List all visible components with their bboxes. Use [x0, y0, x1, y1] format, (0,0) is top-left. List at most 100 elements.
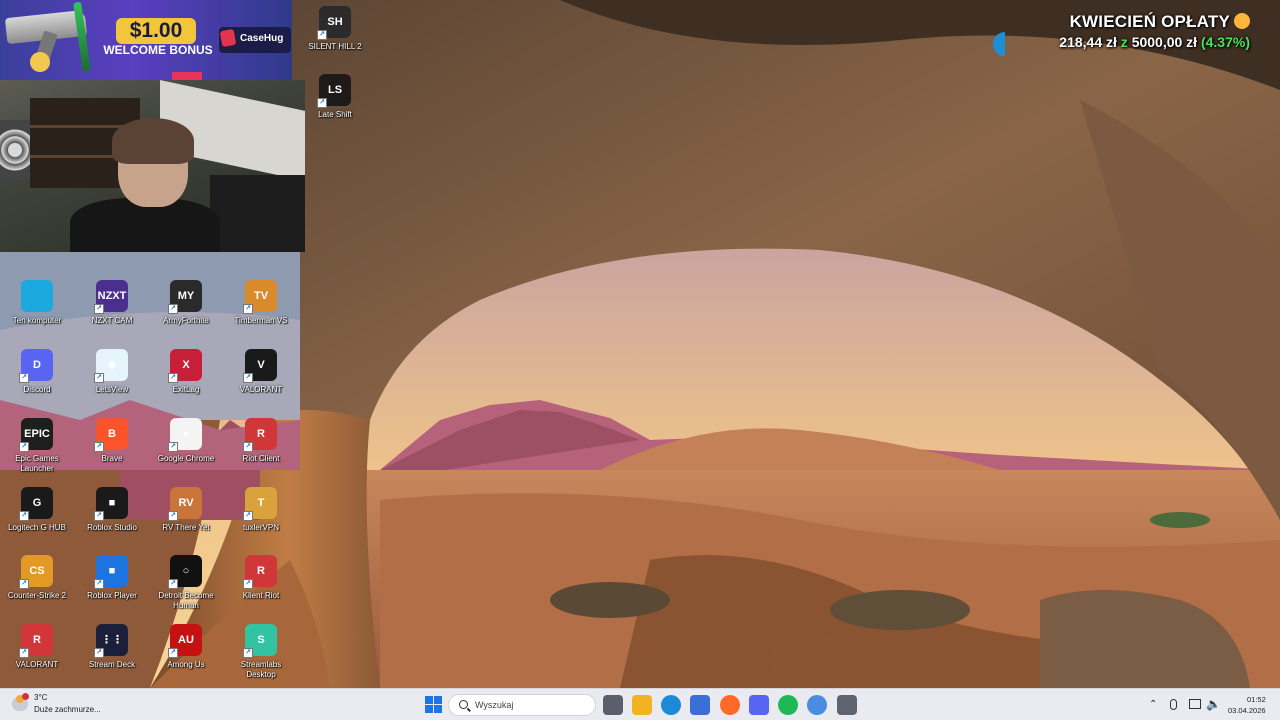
- clock-date[interactable]: 03.04.2026: [1228, 706, 1266, 715]
- desktop-icon[interactable]: CS ↗ Counter-Strike 2: [1, 555, 73, 621]
- desktop-icon[interactable]: ● ↗ Google Chrome: [150, 418, 222, 484]
- desktop-icon[interactable]: G ↗ Logitech G HUB: [1, 487, 73, 553]
- desktop-icon[interactable]: SH ↗ SILENT HILL 2: [299, 6, 371, 72]
- app-icon: G ↗: [19, 487, 53, 521]
- bonus-amount: $1.00: [116, 18, 196, 44]
- shortcut-arrow-icon: ↗: [94, 579, 104, 589]
- desktop-icon[interactable]: T ↗ tuxlerVPN: [225, 487, 297, 553]
- payout-progress: 218,44 zł z 5000,00 zł (4.37%): [1059, 34, 1250, 50]
- desktop-icon[interactable]: ○ ↗ Detroit Become Human: [150, 555, 222, 621]
- icon-peek: [172, 72, 202, 80]
- promo-banner: $1.00 WELCOME BONUS CaseHug: [0, 0, 292, 80]
- payout-title: KWIECIEŃ OPŁATY: [1059, 12, 1250, 32]
- desktop-icon-label: ArmyForthite: [163, 316, 209, 325]
- desktop-icon[interactable]: R ↗ Riot Client: [225, 418, 297, 484]
- app-icon: T ↗: [243, 487, 277, 521]
- shortcut-arrow-icon: ↗: [94, 304, 104, 314]
- edge-icon[interactable]: [661, 695, 681, 715]
- desktop-icon[interactable]: S ↗ Streamlabs Desktop: [225, 624, 297, 690]
- shortcut-arrow-icon: ↗: [168, 648, 178, 658]
- search-placeholder: Wyszukaj: [475, 700, 514, 710]
- icon-glyph: ■: [108, 565, 116, 577]
- spotify-icon[interactable]: [778, 695, 798, 715]
- clock-time[interactable]: 01:52: [1247, 695, 1266, 704]
- desktop-icon[interactable]: ■ ↗ Roblox Player: [76, 555, 148, 621]
- icon-glyph: EPIC: [24, 428, 50, 440]
- desktop-icon-label: Brave: [101, 454, 123, 463]
- app-icon: R ↗: [243, 555, 277, 589]
- chrome-icon[interactable]: [807, 695, 827, 715]
- desktop-icon[interactable]: ■ ↗ Roblox Studio: [76, 487, 148, 553]
- app-icon: B ↗: [94, 418, 128, 452]
- shortcut-arrow-icon: ↗: [168, 442, 178, 452]
- weather-widget[interactable]: 3°C Duże zachmurze...: [12, 693, 112, 717]
- desktop-icon[interactable]: V ↗ VALORANT: [225, 349, 297, 415]
- taskbar-search[interactable]: Wyszukaj: [448, 694, 596, 716]
- app-icon: EPIC ↗: [19, 418, 53, 452]
- task-view-icon[interactable]: [603, 695, 623, 715]
- desktop-icon[interactable]: TV ↗ Timberman VS: [225, 280, 297, 346]
- desktop-icon-label: Counter-Strike 2: [7, 591, 67, 600]
- settings-icon[interactable]: [837, 695, 857, 715]
- start-button[interactable]: [424, 695, 444, 715]
- shortcut-arrow-icon: ↗: [168, 511, 178, 521]
- taskbar: 3°C Duże zachmurze... Wyszukaj ⌃ 🔈 01:52…: [0, 688, 1280, 720]
- payout-goal-overlay: KWIECIEŃ OPŁATY 218,44 zł z 5000,00 zł (…: [1059, 12, 1250, 50]
- desktop-icon-label: ExitLag: [172, 385, 200, 394]
- app-icon: ○ ↗: [168, 555, 202, 589]
- desktop-icon-label: Stream Deck: [88, 660, 136, 669]
- microsoft-store-icon[interactable]: [690, 695, 710, 715]
- app-icon: [21, 280, 53, 312]
- app-icon: MY ↗: [168, 280, 202, 314]
- bonus-label: WELCOME BONUS: [103, 43, 213, 57]
- file-explorer-icon[interactable]: [632, 695, 652, 715]
- desktop-icon-label: Google Chrome: [157, 454, 215, 463]
- desktop-icon[interactable]: R ↗ Klient Riot: [225, 555, 297, 621]
- payout-current: 218,44 zł: [1059, 34, 1117, 50]
- search-icon: [459, 700, 468, 709]
- icon-glyph: AU: [178, 634, 194, 646]
- microphone-icon[interactable]: [1170, 699, 1177, 710]
- tray-overflow-chevron-icon[interactable]: ⌃: [1149, 699, 1157, 710]
- desktop-icon-label: Logitech G HUB: [8, 523, 66, 532]
- webcam-target-decor: [0, 120, 30, 180]
- desktop-icon[interactable]: B ↗ Brave: [76, 418, 148, 484]
- app-icon: R ↗: [19, 624, 53, 658]
- app-icon: TV ↗: [243, 280, 277, 314]
- notification-badge: [22, 693, 29, 700]
- app-icon: RV ↗: [168, 487, 202, 521]
- discord-icon[interactable]: [749, 695, 769, 715]
- desktop-icon[interactable]: ◆ ↗ LetsView: [76, 349, 148, 415]
- shortcut-arrow-icon: ↗: [243, 579, 253, 589]
- brand-logo-icon: [219, 28, 237, 48]
- desktop-icon-label: LetsView: [95, 385, 129, 394]
- desktop-icon-label: tuxlerVPN: [242, 523, 279, 532]
- payout-goal: 5000,00 zł: [1131, 34, 1198, 50]
- knife-graphic: [73, 1, 91, 73]
- desktop-icon[interactable]: LS ↗ Late Shift: [299, 74, 371, 140]
- desktop-icon[interactable]: RV ↗ RV There Yet: [150, 487, 222, 553]
- desktop-icon-label: VALORANT: [239, 385, 283, 394]
- desktop-icon[interactable]: MY ↗ ArmyForthite: [150, 280, 222, 346]
- desktop-icon[interactable]: ⋮⋮ ↗ Stream Deck: [76, 624, 148, 690]
- desktop-icon[interactable]: D ↗ Discord: [1, 349, 73, 415]
- shortcut-arrow-icon: ↗: [317, 30, 327, 40]
- desktop-icon[interactable]: EPIC ↗ Epic Games Launcher: [1, 418, 73, 484]
- icon-glyph: NZXT: [97, 290, 127, 302]
- app-icon: ● ↗: [168, 418, 202, 452]
- desktop-icon[interactable]: Ten komputer: [1, 280, 73, 346]
- desktop-icon[interactable]: R ↗ VALORANT: [1, 624, 73, 690]
- firefox-icon[interactable]: [720, 695, 740, 715]
- desktop-icon[interactable]: NZXT ↗ NZXT CAM: [76, 280, 148, 346]
- shortcut-arrow-icon: ↗: [19, 648, 29, 658]
- icon-glyph: ■: [108, 497, 116, 509]
- icon-glyph: S: [257, 634, 265, 646]
- volume-icon[interactable]: 🔈: [1206, 697, 1221, 711]
- brand-name: CaseHug: [240, 33, 284, 44]
- desktop-icon[interactable]: X ↗ ExitLag: [150, 349, 222, 415]
- desktop-icon[interactable]: AU ↗ Among Us: [150, 624, 222, 690]
- display-icon[interactable]: [1189, 699, 1201, 709]
- desktop-icon-label: Epic Games Launcher: [15, 454, 59, 473]
- icon-glyph: B: [108, 428, 116, 440]
- desktop-icon-label: Klient Riot: [242, 591, 280, 600]
